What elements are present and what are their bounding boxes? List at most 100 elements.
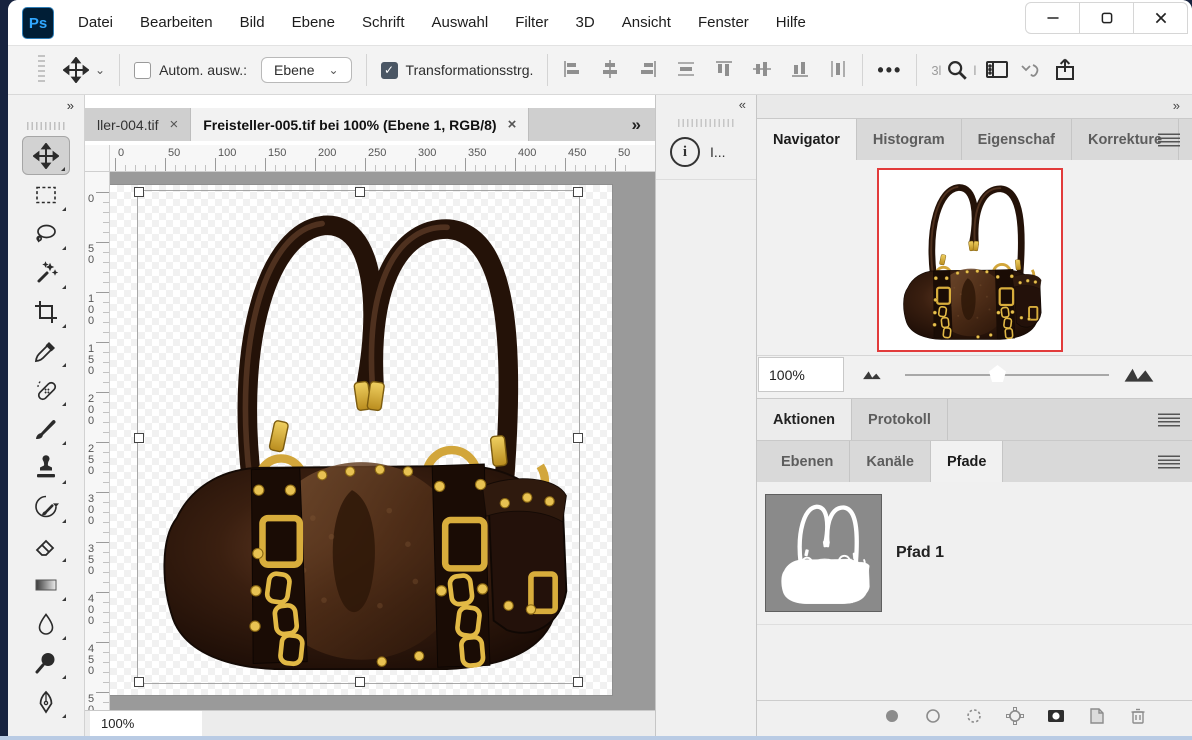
brush-tool[interactable]: [22, 409, 70, 448]
panel-tab-kanäle[interactable]: Kanäle: [850, 441, 931, 482]
fill-path-icon[interactable]: [882, 706, 902, 731]
path-thumbnail[interactable]: [765, 494, 882, 612]
share-icon[interactable]: [1052, 57, 1078, 83]
panel-menu-icon[interactable]: [1158, 413, 1180, 426]
navigator-view-box[interactable]: [877, 168, 1063, 352]
stroke-path-icon[interactable]: [923, 706, 943, 731]
lasso-tool[interactable]: [22, 214, 70, 253]
menu-bearbeiten[interactable]: Bearbeiten: [140, 14, 213, 31]
delete-path-icon[interactable]: [1128, 706, 1148, 731]
menu-hilfe[interactable]: Hilfe: [776, 14, 806, 31]
search-icon[interactable]: [945, 58, 969, 82]
zoom-in-icon[interactable]: [1123, 364, 1155, 382]
info-panel-button[interactable]: i I...: [656, 129, 756, 180]
dodge-tool[interactable]: [22, 643, 70, 682]
transform-handle[interactable]: [134, 677, 144, 687]
auto-select-checkbox[interactable]: [134, 62, 151, 79]
align-center-h-icon[interactable]: [600, 59, 620, 82]
transform-handle[interactable]: [355, 677, 365, 687]
zoom-out-icon[interactable]: [862, 367, 884, 381]
maximize-button[interactable]: [1079, 2, 1134, 34]
menu-3d[interactable]: 3D: [576, 14, 595, 31]
transform-handle[interactable]: [134, 187, 144, 197]
panel-tab-protokoll[interactable]: Protokoll: [852, 399, 948, 440]
align-bottom-icon[interactable]: [790, 59, 810, 82]
transform-handle[interactable]: [573, 187, 583, 197]
minimize-button[interactable]: [1025, 2, 1080, 34]
align-top-icon[interactable]: [714, 59, 734, 82]
panel-tab-aktionen[interactable]: Aktionen: [757, 399, 852, 440]
expand-panels-icon[interactable]: »: [757, 95, 1192, 118]
magic-wand-tool[interactable]: [22, 253, 70, 292]
healing-brush-tool[interactable]: [22, 370, 70, 409]
auto-select-dropdown[interactable]: Ebene ⌄: [261, 57, 352, 83]
path-from-selection-icon[interactable]: [1005, 706, 1025, 731]
clone-stamp-tool[interactable]: [22, 448, 70, 487]
menu-auswahl[interactable]: Auswahl: [432, 14, 489, 31]
marquee-tool[interactable]: [22, 175, 70, 214]
zoom-slider-thumb[interactable]: [989, 365, 1006, 382]
chevron-down-icon[interactable]: ⌄: [95, 63, 105, 77]
menu-bild[interactable]: Bild: [240, 14, 265, 31]
blur-tool[interactable]: [22, 604, 70, 643]
ruler-label: 100: [218, 147, 236, 159]
menu-ansicht[interactable]: Ansicht: [622, 14, 671, 31]
menu-fenster[interactable]: Fenster: [698, 14, 749, 31]
tab-close-icon[interactable]: ×: [169, 116, 178, 133]
move-tool-icon[interactable]: [63, 57, 89, 83]
add-mask-icon[interactable]: [1046, 706, 1066, 731]
navigator-panel: 100%: [757, 160, 1192, 398]
panel-menu-icon[interactable]: [1158, 455, 1180, 468]
distribute-v-center-icon[interactable]: [676, 59, 696, 82]
tools-expand-icon[interactable]: »: [8, 95, 84, 118]
transform-handle[interactable]: [355, 187, 365, 197]
gradient-tool[interactable]: [22, 565, 70, 604]
distribute-h-center-icon[interactable]: [828, 59, 848, 82]
crop-tool[interactable]: [22, 292, 70, 331]
canvas[interactable]: [110, 185, 612, 695]
transform-controls-checkbox[interactable]: ✓: [381, 62, 398, 79]
zoom-level-field[interactable]: 100%: [90, 711, 202, 736]
ruler-label: 250: [368, 147, 386, 159]
collapse-panels-icon[interactable]: «: [656, 95, 756, 117]
snap-curve-icon[interactable]: [1018, 57, 1044, 83]
move-tool[interactable]: [22, 136, 70, 175]
path-name: Pfad 1: [896, 544, 944, 562]
menu-schrift[interactable]: Schrift: [362, 14, 405, 31]
panel-tab-ebenen[interactable]: Ebenen: [765, 441, 850, 482]
menu-datei[interactable]: Datei: [78, 14, 113, 31]
navigator-zoom-field[interactable]: 100%: [758, 357, 844, 392]
path-list-item[interactable]: Pfad 1: [757, 482, 1192, 612]
panel-tab-pfade[interactable]: Pfade: [931, 441, 1004, 482]
ruler-label: 450: [568, 147, 586, 159]
eyedropper-tool[interactable]: [22, 331, 70, 370]
workspace-panel-icon[interactable]: [984, 57, 1010, 83]
align-right-icon[interactable]: [638, 59, 658, 82]
document-tab-0[interactable]: ller-004.tif×: [85, 108, 191, 141]
panel-tab-eigenschaf[interactable]: Eigenschaf: [962, 119, 1072, 160]
panel-menu-icon[interactable]: [1158, 133, 1180, 146]
desktop: Ps DateiBearbeitenBildEbeneSchriftAuswah…: [0, 0, 1192, 740]
close-button[interactable]: [1133, 2, 1188, 34]
document-tab-1[interactable]: Freisteller-005.tif bei 100% (Ebene 1, R…: [191, 108, 529, 141]
transform-handle[interactable]: [573, 433, 583, 443]
align-middle-v-icon[interactable]: [752, 59, 772, 82]
align-left-icon[interactable]: [562, 59, 582, 82]
tab-close-icon[interactable]: ×: [508, 116, 517, 133]
transform-handle[interactable]: [573, 677, 583, 687]
menu-ebene[interactable]: Ebene: [292, 14, 335, 31]
zoom-slider-track[interactable]: [905, 374, 1109, 376]
new-path-icon[interactable]: [1087, 706, 1107, 731]
history-brush-tool[interactable]: [22, 487, 70, 526]
more-options-icon[interactable]: •••: [877, 60, 902, 81]
transform-handle[interactable]: [134, 433, 144, 443]
menu-filter[interactable]: Filter: [515, 14, 548, 31]
load-selection-icon[interactable]: [964, 706, 984, 731]
transform-controls-label: Transformationsstrg.: [406, 62, 534, 78]
tab-overflow-icon[interactable]: »: [618, 108, 655, 141]
panel-tab-navigator[interactable]: Navigator: [757, 119, 857, 160]
eraser-tool[interactable]: [22, 526, 70, 565]
pen-tool[interactable]: [22, 682, 70, 721]
transform-bounding-box[interactable]: [137, 190, 580, 684]
panel-tab-histogram[interactable]: Histogram: [857, 119, 962, 160]
